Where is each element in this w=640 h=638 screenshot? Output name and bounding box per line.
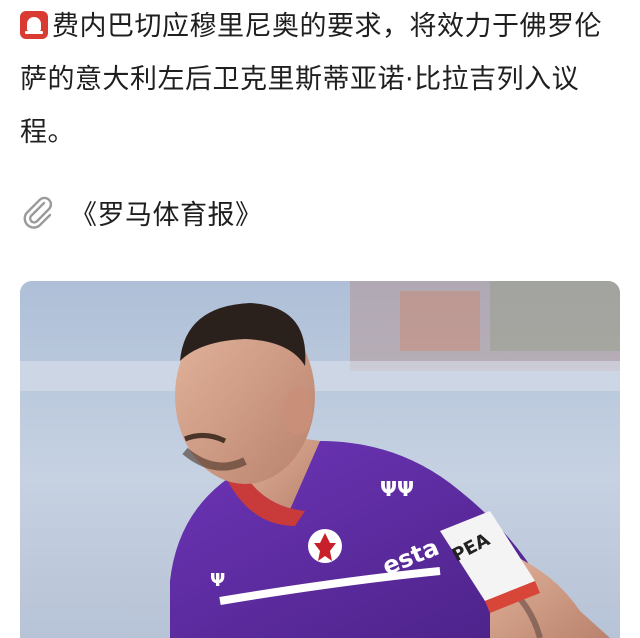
svg-text:ΨΨ: ΨΨ (380, 477, 414, 501)
player-photo-illustration: PEA esta ΨΨ Ψ (20, 281, 620, 638)
headline-text: 费内巴切应穆里尼奥的要求，将效力于佛罗伦萨的意大利左后卫克里斯蒂亚诺·比拉吉列入… (20, 11, 602, 148)
post-card: 费内巴切应穆里尼奥的要求，将效力于佛罗伦萨的意大利左后卫克里斯蒂亚诺·比拉吉列入… (0, 0, 640, 638)
source-line: 《罗马体育报》 (20, 190, 263, 234)
source-text: 《罗马体育报》 (70, 199, 263, 231)
football-player-photo[interactable]: PEA esta ΨΨ Ψ (20, 281, 620, 638)
paperclip-icon (23, 196, 53, 229)
alarm-siren-icon (20, 11, 48, 39)
post-headline: 费内巴切应穆里尼奥的要求，将效力于佛罗伦萨的意大利左后卫克里斯蒂亚诺·比拉吉列入… (20, 0, 625, 159)
svg-text:Ψ: Ψ (210, 570, 225, 591)
